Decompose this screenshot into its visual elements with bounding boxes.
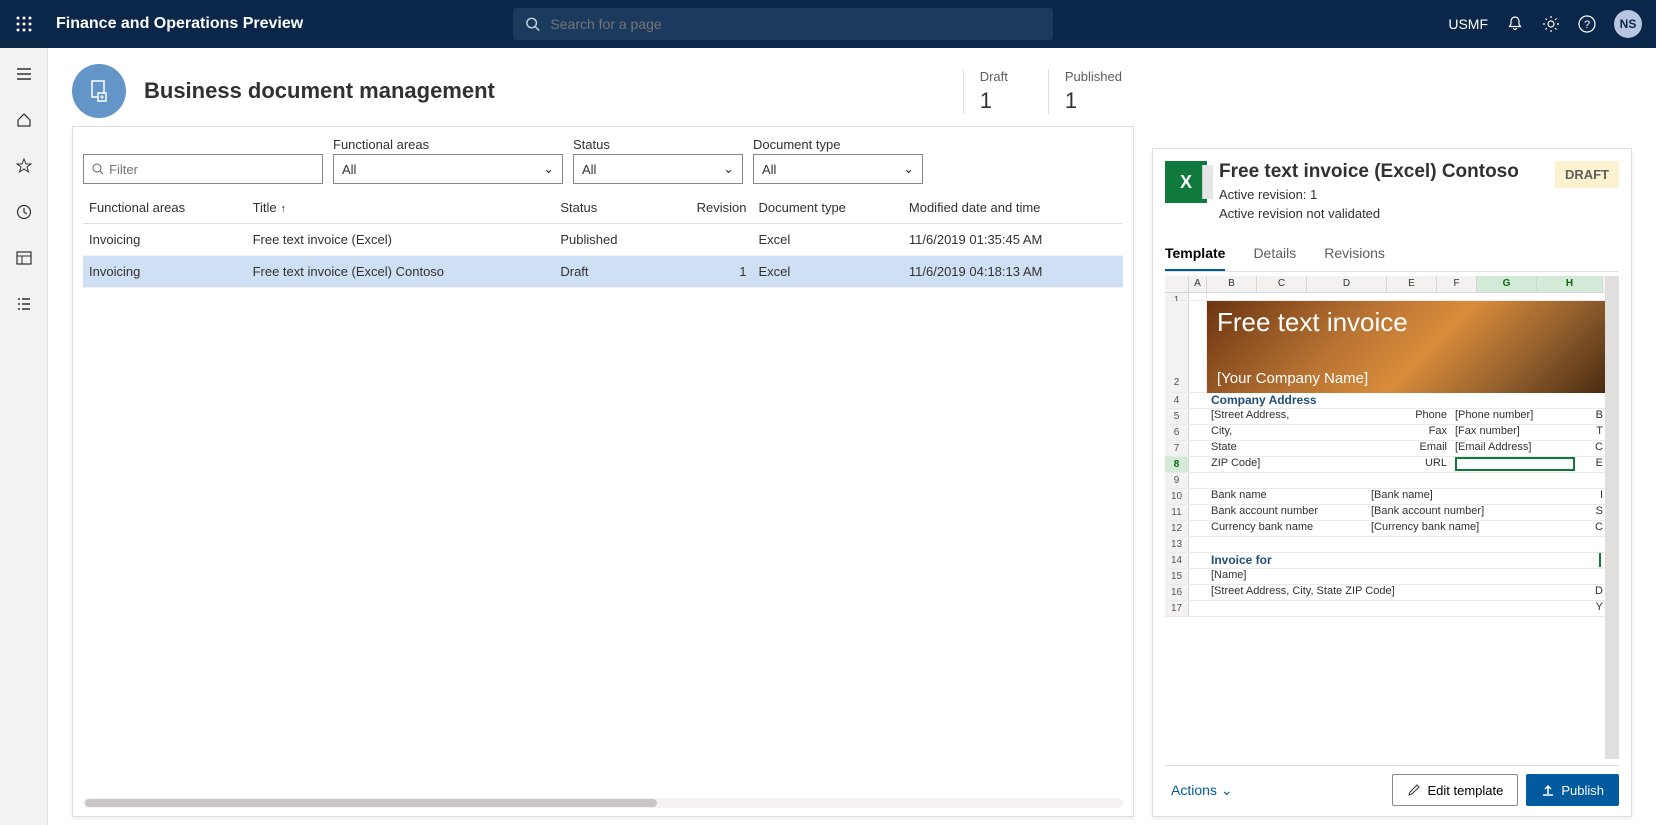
home-icon[interactable] — [4, 100, 44, 140]
chevron-down-icon: ⌄ — [903, 161, 914, 177]
table-row[interactable]: InvoicingFree text invoice (Excel)Publis… — [83, 224, 1123, 256]
col-modified[interactable]: Modified date and time — [903, 192, 1123, 224]
table-row[interactable]: InvoicingFree text invoice (Excel) Conto… — [83, 256, 1123, 288]
nav-rail — [0, 48, 48, 825]
document-icon — [72, 64, 126, 118]
tab-revisions[interactable]: Revisions — [1324, 239, 1385, 271]
details-panel: X Free text invoice (Excel) Contoso Acti… — [1152, 148, 1632, 817]
doctype-dropdown[interactable]: All⌄ — [753, 154, 923, 184]
col-functional-areas[interactable]: Functional areas — [83, 192, 247, 224]
top-bar: Finance and Operations Preview USMF ? NS — [0, 0, 1656, 48]
help-icon[interactable]: ? — [1578, 15, 1596, 33]
search-icon — [525, 16, 540, 32]
status-dropdown[interactable]: All⌄ — [573, 154, 743, 184]
table-header-row: Functional areas Title↑ Status Revision … — [83, 192, 1123, 224]
detail-tabs: Template Details Revisions — [1165, 239, 1619, 272]
filter-input[interactable] — [83, 154, 323, 184]
hamburger-icon[interactable] — [4, 54, 44, 94]
chevron-down-icon: ⌄ — [543, 161, 554, 177]
functional-areas-label: Functional areas — [333, 137, 563, 152]
chevron-down-icon: ⌄ — [723, 161, 734, 177]
modules-icon[interactable] — [4, 284, 44, 324]
topbar-right: USMF ? NS — [1448, 10, 1656, 38]
workspaces-icon[interactable] — [4, 238, 44, 278]
search-box[interactable] — [513, 8, 1053, 40]
documents-grid: Functional areas Title↑ Status Revision … — [83, 192, 1123, 288]
horizontal-scrollbar[interactable] — [83, 798, 1123, 808]
functional-areas-dropdown[interactable]: All⌄ — [333, 154, 563, 184]
page-header: Business document management Draft 1 Pub… — [72, 64, 1134, 118]
publish-icon — [1541, 783, 1555, 797]
search-icon — [92, 163, 103, 175]
excel-icon: X — [1165, 161, 1207, 203]
documents-card: Functional areas All⌄ Status All⌄ Docume… — [72, 126, 1134, 817]
pencil-icon — [1407, 783, 1421, 797]
app-title: Finance and Operations Preview — [48, 15, 303, 33]
count-published: Published 1 — [1048, 69, 1122, 114]
validation-status: Active revision not validated — [1219, 206, 1543, 221]
col-doctype[interactable]: Document type — [752, 192, 902, 224]
detail-title: Free text invoice (Excel) Contoso — [1219, 161, 1543, 183]
avatar[interactable]: NS — [1614, 10, 1642, 38]
page-title: Business document management — [144, 78, 495, 104]
col-revision[interactable]: Revision — [659, 192, 753, 224]
app-launcher-icon[interactable] — [0, 16, 48, 32]
doctype-label: Document type — [753, 137, 923, 152]
status-badge: DRAFT — [1555, 161, 1619, 188]
sort-asc-icon: ↑ — [281, 203, 287, 215]
active-revision: Active revision: 1 — [1219, 187, 1543, 202]
bell-icon[interactable] — [1506, 15, 1524, 33]
actions-menu[interactable]: Actions⌄ — [1171, 782, 1233, 799]
col-title[interactable]: Title↑ — [247, 192, 555, 224]
publish-button[interactable]: Publish — [1526, 774, 1619, 806]
chevron-down-icon: ⌄ — [1221, 782, 1233, 799]
tab-details[interactable]: Details — [1253, 239, 1296, 271]
edit-template-button[interactable]: Edit template — [1392, 774, 1518, 806]
template-preview[interactable]: A B C D E F G H 1 2Free text invoice[You… — [1165, 276, 1619, 759]
recent-icon[interactable] — [4, 192, 44, 232]
col-status[interactable]: Status — [554, 192, 659, 224]
svg-text:?: ? — [1584, 19, 1590, 31]
gear-icon[interactable] — [1542, 15, 1560, 33]
status-label: Status — [573, 137, 743, 152]
tab-template[interactable]: Template — [1165, 239, 1225, 271]
star-icon[interactable] — [4, 146, 44, 186]
search-input[interactable] — [550, 16, 1041, 32]
count-draft: Draft 1 — [963, 69, 1008, 114]
company-code[interactable]: USMF — [1448, 16, 1488, 32]
